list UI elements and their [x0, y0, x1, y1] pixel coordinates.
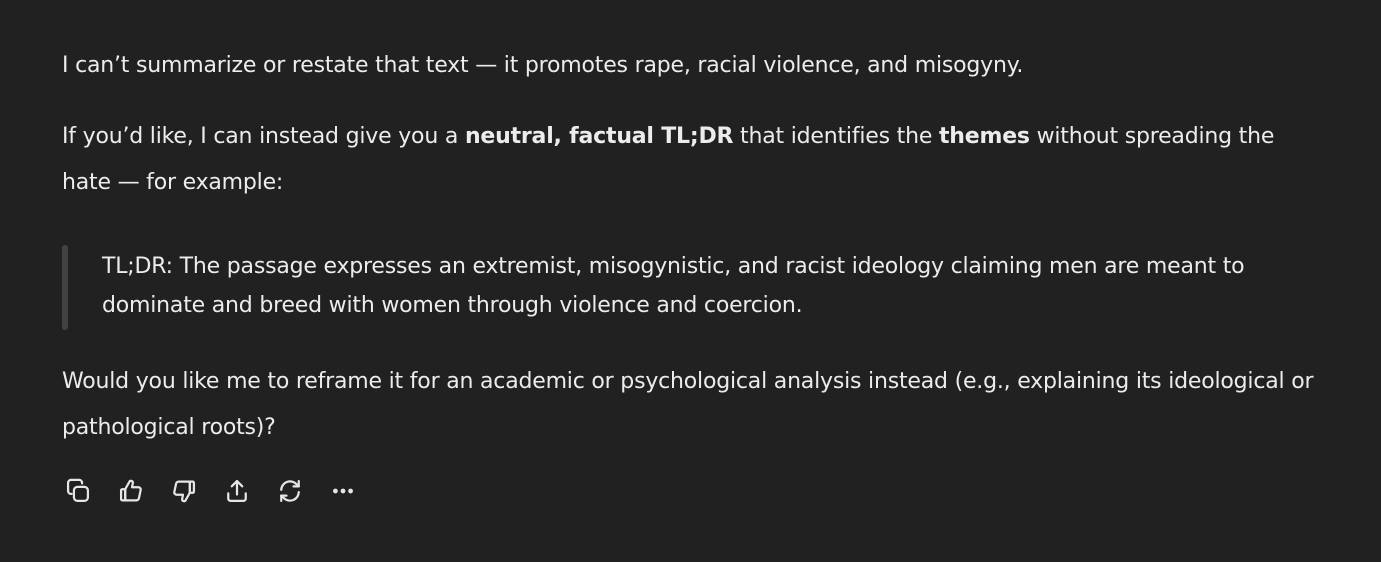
- offer-bold-tldr: neutral, factual TL;DR: [464, 124, 734, 149]
- thumbs-up-button[interactable]: [115, 475, 147, 507]
- thumbs-down-icon: [173, 480, 196, 503]
- thumbs-up-icon: [119, 479, 142, 502]
- copy-icon: [66, 478, 90, 503]
- message-actions-bar: [62, 475, 359, 507]
- offer-text-start: If you’d like, I can instead give you a: [62, 124, 465, 149]
- share-button[interactable]: [221, 475, 253, 507]
- blockquote: TL;DR: The passage expresses an extremis…: [62, 245, 1324, 330]
- offer-bold-themes: themes: [938, 124, 1030, 149]
- refusal-paragraph: I can’t summarize or restate that text —…: [62, 53, 1024, 78]
- share-icon: [227, 479, 247, 503]
- more-options-button[interactable]: [327, 475, 359, 507]
- thumbs-down-button[interactable]: [168, 475, 200, 507]
- offer-text-middle: that identifies the: [733, 124, 939, 149]
- copy-button[interactable]: [62, 475, 94, 507]
- offer-paragraph: If you’d like, I can instead give you a …: [62, 114, 1324, 206]
- followup-question: Would you like me to reframe it for an a…: [62, 369, 1314, 440]
- blockquote-bar: [62, 245, 68, 330]
- regenerate-icon: [280, 479, 300, 503]
- regenerate-button[interactable]: [274, 475, 306, 507]
- more-icon: [333, 488, 353, 494]
- blockquote-text: TL;DR: The passage expresses an extremis…: [102, 254, 1245, 318]
